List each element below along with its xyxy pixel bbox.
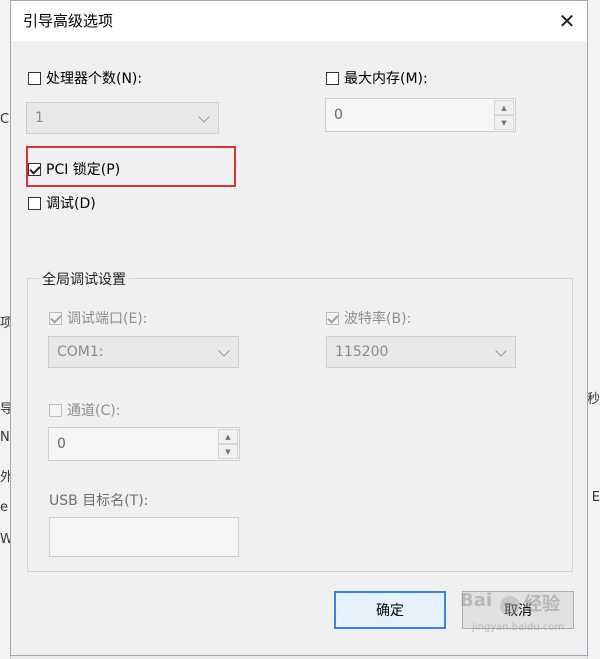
max-memory-spinner[interactable]: 0 ▲ ▼ [325, 98, 516, 132]
close-icon[interactable]: ✕ [547, 1, 587, 41]
debug-port-checkbox-row[interactable]: 调试端口(E): [49, 308, 148, 328]
debug-checkbox-row[interactable]: 调试(D) [28, 193, 96, 213]
channel-spinner[interactable]: 0 ▲ ▼ [48, 427, 240, 461]
baud-rate-checkbox[interactable] [326, 311, 339, 325]
ok-button[interactable]: 确定 [334, 591, 446, 629]
title-bar: 引导高级选项 ✕ [11, 1, 587, 41]
background-text: e [0, 500, 8, 515]
chevron-down-icon [495, 345, 507, 357]
baud-rate-select[interactable]: 115200 [326, 336, 516, 368]
chevron-down-icon [218, 345, 230, 357]
baud-rate-value: 115200 [335, 344, 389, 360]
baud-rate-label: 波特率(B): [344, 311, 412, 327]
processors-value: 1 [35, 110, 44, 126]
spin-up-icon[interactable]: ▲ [218, 429, 238, 444]
debug-port-checkbox[interactable] [49, 311, 62, 325]
spin-up-icon[interactable]: ▲ [494, 100, 514, 115]
pci-lock-checkbox-row[interactable]: PCI 锁定(P) [28, 159, 120, 179]
debug-checkbox[interactable] [28, 196, 41, 210]
pci-lock-checkbox[interactable] [28, 162, 41, 176]
usb-target-input[interactable] [49, 517, 239, 557]
channel-label: 通道(C): [67, 403, 121, 419]
max-memory-value: 0 [334, 107, 343, 123]
debug-port-label: 调试端口(E): [67, 311, 148, 327]
debug-port-select[interactable]: COM1: [48, 336, 239, 368]
baud-rate-checkbox-row[interactable]: 波特率(B): [326, 308, 411, 328]
cancel-button[interactable]: 取消 [462, 591, 574, 629]
processors-select[interactable]: 1 [26, 102, 219, 134]
usb-target-label: USB 目标名(T): [49, 493, 149, 509]
channel-checkbox-row[interactable]: 通道(C): [49, 400, 120, 420]
processors-checkbox[interactable] [28, 71, 41, 85]
chevron-down-icon [198, 111, 210, 123]
background-text: E [591, 490, 600, 505]
max-memory-label: 最大内存(M): [344, 71, 428, 87]
global-debug-group-title: 全局调试设置 [39, 269, 129, 289]
background-window-right [587, 0, 600, 659]
channel-value: 0 [57, 436, 66, 452]
spin-down-icon[interactable]: ▼ [494, 115, 514, 130]
max-memory-checkbox[interactable] [326, 71, 339, 85]
pci-lock-label: PCI 锁定(P) [46, 162, 121, 178]
boot-advanced-options-dialog: 引导高级选项 ✕ 处理器个数(N): 1 最大内存(M): 0 ▲ ▼ PCI … [10, 0, 588, 656]
background-text: N [0, 430, 10, 445]
dialog-title: 引导高级选项 [23, 12, 114, 30]
spin-down-icon[interactable]: ▼ [218, 444, 238, 459]
debug-label: 调试(D) [46, 196, 96, 212]
processors-label: 处理器个数(N): [46, 71, 143, 87]
max-memory-checkbox-row[interactable]: 最大内存(M): [326, 68, 428, 88]
channel-checkbox[interactable] [49, 403, 62, 417]
debug-port-value: COM1: [57, 344, 104, 360]
processors-checkbox-row[interactable]: 处理器个数(N): [28, 68, 142, 88]
background-text: 秒 [586, 392, 600, 407]
background-text: C [0, 112, 10, 127]
